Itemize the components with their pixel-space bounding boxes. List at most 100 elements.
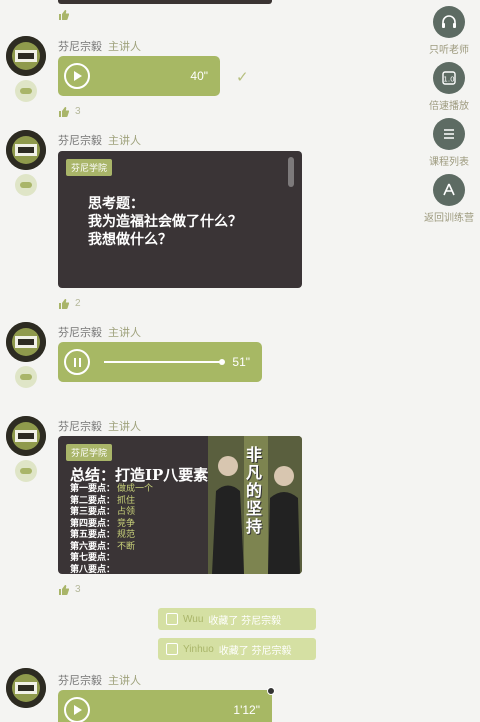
- summary-point: 第四要点： 竞争: [70, 519, 153, 531]
- speaker-name: 芬尼宗毅 主讲人: [58, 421, 141, 433]
- thumb-up-icon: [59, 10, 69, 20]
- summary-point-key: 第四要点：: [70, 518, 116, 529]
- summary-point-value: 竞争: [117, 518, 136, 529]
- voice-message[interactable]: 1'12": [58, 690, 272, 722]
- sidebar-back-camp[interactable]: 返回训练营: [418, 174, 480, 224]
- book-cover: 非凡的坚持: [208, 436, 302, 574]
- avatar[interactable]: [6, 130, 46, 170]
- notice-user: Yinhuo: [183, 643, 214, 655]
- thumb-up-icon: [59, 298, 69, 309]
- list-icon: [433, 118, 465, 150]
- speaker-name: 芬尼宗毅 主讲人: [58, 135, 141, 147]
- sidebar-label: 只听老师: [429, 45, 469, 56]
- like-count: 3: [75, 584, 81, 595]
- speaker-role: 主讲人: [108, 41, 141, 53]
- question-label: 思考题：: [88, 196, 144, 212]
- summary-point-value: 不断: [117, 541, 136, 552]
- speed-icon: 1.0: [433, 62, 465, 94]
- sidebar-label: 倍速播放: [429, 101, 469, 112]
- summary-point-key: 第七要点：: [70, 553, 116, 563]
- question-line: 我想做什么？: [88, 232, 172, 248]
- system-notice: Yinhuo 收藏了 芬尼宗毅: [158, 638, 316, 660]
- notice-icon: [166, 613, 178, 625]
- speaker-name: 芬尼宗毅 主讲人: [58, 41, 141, 53]
- level-badge: [15, 366, 37, 388]
- speaker-role: 主讲人: [108, 675, 141, 687]
- like-row[interactable]: 3: [58, 106, 81, 117]
- voice-message-playing[interactable]: 51": [58, 342, 262, 382]
- summary-point-value: 占领: [117, 507, 136, 517]
- speaker-role: 主讲人: [108, 327, 141, 339]
- summary-title: 总结：打造IP八要素: [70, 466, 209, 484]
- voice-progress-bar[interactable]: [104, 359, 225, 365]
- avatar-image: [6, 130, 46, 170]
- system-notice: Wuu 收藏了 芬尼宗毅: [158, 608, 316, 630]
- voice-message[interactable]: 40": [58, 56, 220, 96]
- avatar-image: [6, 36, 46, 76]
- summary-point-key: 第八要点：: [70, 564, 116, 575]
- thumb-up-icon: [59, 106, 69, 117]
- image-message-summary[interactable]: 芬尼学院 总结：打造IP八要素 第一要点： 做成一个 第二要点： 抓住 第三要点： 占领第…: [58, 436, 302, 574]
- summary-point: 第八要点：: [70, 565, 153, 575]
- pause-icon[interactable]: [64, 349, 90, 375]
- avatar[interactable]: [6, 668, 46, 708]
- summary-point: 第七要点：: [70, 553, 153, 565]
- sidebar-listen-teacher[interactable]: 只听老师: [418, 6, 480, 56]
- brand-badge: 芬尼学院: [66, 159, 113, 176]
- summary-points: 第一要点： 做成一个 第二要点： 抓住 第三要点： 占领 第四要点： 竞争 第五要点： 规范 第六要…: [70, 484, 153, 574]
- summary-point-key: 第二要点：: [70, 495, 116, 506]
- summary-point-key: 第一要点：: [70, 484, 116, 494]
- voice-duration: 51": [232, 355, 250, 369]
- unread-dot: [267, 687, 275, 695]
- sidebar-course-list[interactable]: 课程列表: [418, 118, 480, 168]
- level-badge: [15, 460, 37, 482]
- play-icon[interactable]: [64, 63, 90, 89]
- notice-user: Wuu: [183, 613, 204, 625]
- summary-point: 第六要点： 不断: [70, 542, 153, 554]
- avatar[interactable]: [6, 416, 46, 456]
- like-row[interactable]: 3: [58, 584, 81, 595]
- headphones-icon: [433, 6, 465, 38]
- image-message-question[interactable]: 芬尼学院 思考题： 我为造福社会做了什么？ 我想做什么？: [58, 151, 302, 288]
- summary-point: 第五要点： 规范: [70, 530, 153, 542]
- like-row[interactable]: 2: [58, 298, 81, 309]
- avatar-image: [6, 416, 46, 456]
- avatar[interactable]: [6, 322, 46, 362]
- speaker-name: 芬尼宗毅 主讲人: [58, 327, 141, 339]
- thumb-up-icon: [59, 584, 69, 595]
- voice-duration: 40": [190, 69, 208, 83]
- summary-point-value: 做成一个: [117, 484, 154, 494]
- summary-point: 第二要点： 抓住: [70, 496, 153, 508]
- avatar-image: [6, 668, 46, 708]
- notice-text: 收藏了 芬尼宗毅: [218, 645, 292, 657]
- level-badge: [15, 174, 37, 196]
- sidebar-label: 课程列表: [429, 157, 469, 168]
- summary-point-key: 第五要点：: [70, 530, 116, 540]
- sidebar-speed[interactable]: 1.0 倍速播放: [418, 62, 480, 112]
- summary-point-key: 第三要点：: [70, 507, 116, 517]
- image-scroll-thumb: [288, 157, 294, 187]
- question-line: 我为造福社会做了什么？: [88, 214, 242, 230]
- notice-icon: [166, 643, 178, 655]
- summary-point-key: 第六要点：: [70, 541, 116, 552]
- back-icon: [433, 174, 465, 206]
- brand-badge: 芬尼学院: [66, 444, 113, 461]
- like-row[interactable]: [58, 10, 69, 20]
- notice-text: 收藏了 芬尼宗毅: [208, 615, 282, 627]
- summary-point-value: 规范: [117, 530, 136, 540]
- book-cover-title: 非凡的坚持: [246, 445, 263, 536]
- level-badge: [15, 80, 37, 102]
- summary-point: 第一要点： 做成一个: [70, 484, 153, 496]
- avatar[interactable]: [6, 36, 46, 76]
- svg-text:1.0: 1.0: [443, 76, 454, 84]
- played-check-icon: ✓: [236, 69, 249, 86]
- summary-point-value: 抓住: [117, 495, 136, 506]
- sidebar-label: 返回训练营: [424, 213, 474, 224]
- like-count: 2: [75, 298, 81, 309]
- previous-message-edge: [58, 0, 272, 4]
- avatar-image: [6, 322, 46, 362]
- summary-point: 第三要点： 占领: [70, 507, 153, 519]
- play-icon[interactable]: [64, 697, 90, 722]
- speaker-name: 芬尼宗毅 主讲人: [58, 675, 141, 687]
- speaker-role: 主讲人: [108, 135, 141, 147]
